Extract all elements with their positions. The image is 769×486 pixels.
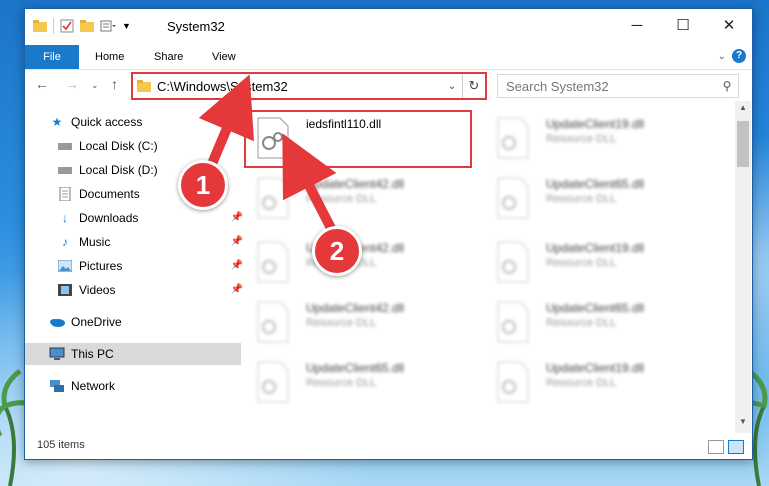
step-badge-2: 2 (312, 226, 362, 276)
step-badge-1: 1 (178, 160, 228, 210)
annotation-arrows (198, 74, 341, 243)
